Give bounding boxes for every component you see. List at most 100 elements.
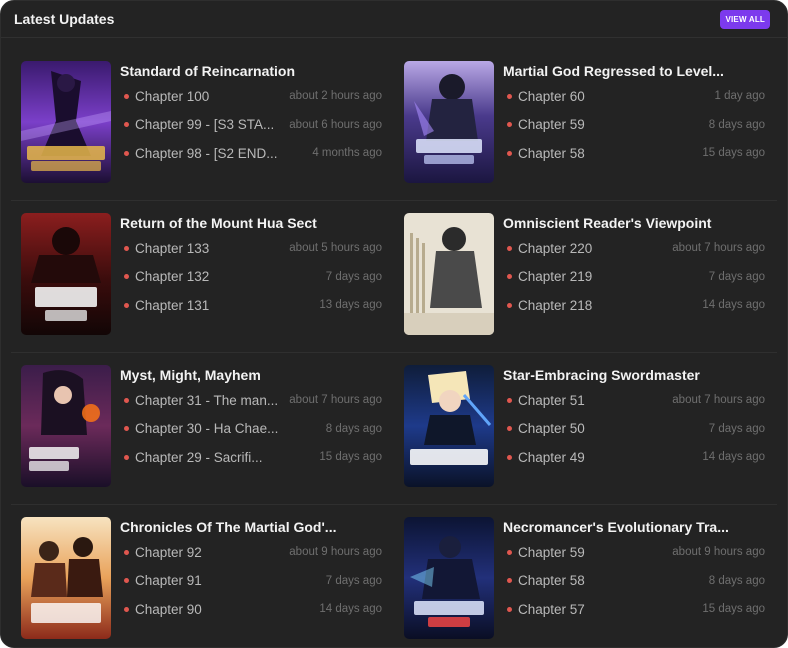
chapter-row[interactable]: Chapter 90 14 days ago (120, 595, 382, 624)
chapter-time: about 6 hours ago (289, 118, 382, 131)
chapter-label: Chapter 59 (518, 544, 585, 560)
manga-cover[interactable] (404, 365, 494, 487)
bullet-dot (124, 606, 129, 612)
chapter-label: Chapter 132 (135, 269, 210, 285)
bullet-dot (124, 93, 129, 99)
bullet-dot (124, 454, 129, 460)
chapter-row[interactable]: Chapter 60 1 day ago (503, 82, 765, 111)
chapter-time: 8 days ago (325, 422, 382, 435)
bullet-dot (507, 150, 512, 156)
manga-title[interactable]: Return of the Mount Hua Sect (120, 212, 382, 234)
chapter-row[interactable]: Chapter 100 about 2 hours ago (120, 82, 382, 111)
manga-card: Myst, Might, Mayhem Chapter 31 - The man… (11, 353, 394, 505)
manga-cover[interactable] (21, 365, 111, 487)
chapter-row[interactable]: Chapter 98 - [S2 END... 4 months ago (120, 139, 382, 168)
bullet-dot (507, 606, 512, 612)
manga-card: Omniscient Reader's Viewpoint Chapter 22… (394, 201, 777, 353)
chapter-row[interactable]: Chapter 92 about 9 hours ago (120, 538, 382, 567)
chapter-row[interactable]: Chapter 51 about 7 hours ago (503, 386, 765, 415)
chapter-row[interactable]: Chapter 58 8 days ago (503, 567, 765, 596)
manga-card: Martial God Regressed to Level... Chapte… (394, 49, 777, 201)
chapter-row[interactable]: Chapter 219 7 days ago (503, 263, 765, 292)
manga-cover[interactable] (21, 61, 111, 183)
manga-title[interactable]: Myst, Might, Mayhem (120, 364, 382, 386)
bullet-dot (124, 302, 129, 308)
chapter-time: 7 days ago (325, 574, 382, 587)
manga-title[interactable]: Martial God Regressed to Level... (503, 60, 765, 82)
chapter-label: Chapter 220 (518, 240, 593, 256)
manga-title[interactable]: Chronicles Of The Martial God'... (120, 516, 382, 538)
chapter-time: 15 days ago (702, 147, 765, 160)
chapter-row[interactable]: Chapter 99 - [S3 STA... about 6 hours ago (120, 111, 382, 140)
manga-cover[interactable] (404, 61, 494, 183)
chapter-label: Chapter 218 (518, 297, 593, 313)
chapter-label: Chapter 133 (135, 240, 210, 256)
manga-cover[interactable] (404, 517, 494, 639)
manga-grid: Standard of Reincarnation Chapter 100 abo… (11, 49, 777, 647)
chapter-time: about 7 hours ago (672, 242, 765, 255)
chapter-row[interactable]: Chapter 220 about 7 hours ago (503, 234, 765, 263)
chapter-time: about 7 hours ago (672, 394, 765, 407)
bullet-dot (124, 397, 129, 403)
chapter-row[interactable]: Chapter 29 - Sacrifi... 15 days ago (120, 443, 382, 472)
bullet-dot (124, 426, 129, 432)
chapter-row[interactable]: Chapter 133 about 5 hours ago (120, 234, 382, 263)
view-all-button[interactable]: VIEW ALL (720, 9, 770, 29)
chapter-row[interactable]: Chapter 59 about 9 hours ago (503, 538, 765, 567)
manga-cover[interactable] (21, 213, 111, 335)
chapter-row[interactable]: Chapter 30 - Ha Chae... 8 days ago (120, 415, 382, 444)
chapter-label: Chapter 57 (518, 601, 585, 617)
manga-cover[interactable] (404, 213, 494, 335)
chapter-row[interactable]: Chapter 31 - The man... about 7 hours ago (120, 386, 382, 415)
manga-title[interactable]: Star-Embracing Swordmaster (503, 364, 765, 386)
chapter-row[interactable]: Chapter 57 15 days ago (503, 595, 765, 624)
chapter-label: Chapter 131 (135, 297, 210, 313)
chapter-row[interactable]: Chapter 131 13 days ago (120, 291, 382, 320)
chapter-row[interactable]: Chapter 49 14 days ago (503, 443, 765, 472)
chapter-time: about 2 hours ago (289, 90, 382, 103)
chapter-row[interactable]: Chapter 91 7 days ago (120, 567, 382, 596)
bullet-dot (507, 578, 512, 584)
manga-card: Necromancer's Evolutionary Tra... Chapte… (394, 505, 777, 647)
chapter-row[interactable]: Chapter 58 15 days ago (503, 139, 765, 168)
chapter-time: about 9 hours ago (289, 546, 382, 559)
chapter-time: 14 days ago (702, 299, 765, 312)
chapter-time: 8 days ago (708, 118, 765, 131)
manga-title[interactable]: Standard of Reincarnation (120, 60, 382, 82)
bullet-dot (124, 549, 129, 555)
chapter-time: 1 day ago (714, 90, 765, 103)
bullet-dot (507, 245, 512, 251)
chapter-row[interactable]: Chapter 50 7 days ago (503, 415, 765, 444)
bullet-dot (507, 122, 512, 128)
manga-title[interactable]: Omniscient Reader's Viewpoint (503, 212, 765, 234)
bullet-dot (507, 397, 512, 403)
chapter-label: Chapter 219 (518, 269, 593, 285)
chapter-row[interactable]: Chapter 132 7 days ago (120, 263, 382, 292)
chapter-label: Chapter 31 - The man... (135, 392, 279, 408)
bullet-dot (124, 274, 129, 280)
manga-card: Star-Embracing Swordmaster Chapter 51 abo… (394, 353, 777, 505)
chapter-label: Chapter 58 (518, 573, 585, 589)
chapter-time: 8 days ago (708, 574, 765, 587)
manga-cover[interactable] (21, 517, 111, 639)
chapter-time: about 7 hours ago (289, 394, 382, 407)
chapter-time: 13 days ago (319, 299, 382, 312)
latest-updates-panel: Latest Updates VIEW ALL Standard of Rein… (0, 0, 788, 648)
bullet-dot (507, 302, 512, 308)
bullet-dot (507, 549, 512, 555)
chapter-time: 7 days ago (708, 270, 765, 283)
chapter-row[interactable]: Chapter 59 8 days ago (503, 111, 765, 140)
chapter-time: 7 days ago (325, 270, 382, 283)
panel-title: Latest Updates (14, 11, 115, 27)
chapter-label: Chapter 100 (135, 88, 210, 104)
manga-title[interactable]: Necromancer's Evolutionary Tra... (503, 516, 765, 538)
manga-card: Standard of Reincarnation Chapter 100 abo… (11, 49, 394, 201)
bullet-dot (124, 122, 129, 128)
chapter-label: Chapter 51 (518, 392, 585, 408)
chapter-label: Chapter 92 (135, 544, 202, 560)
bullet-dot (124, 245, 129, 251)
chapter-label: Chapter 98 - [S2 END... (135, 145, 278, 161)
chapter-row[interactable]: Chapter 218 14 days ago (503, 291, 765, 320)
chapter-time: about 9 hours ago (672, 546, 765, 559)
manga-card: Return of the Mount Hua Sect Chapter 133… (11, 201, 394, 353)
